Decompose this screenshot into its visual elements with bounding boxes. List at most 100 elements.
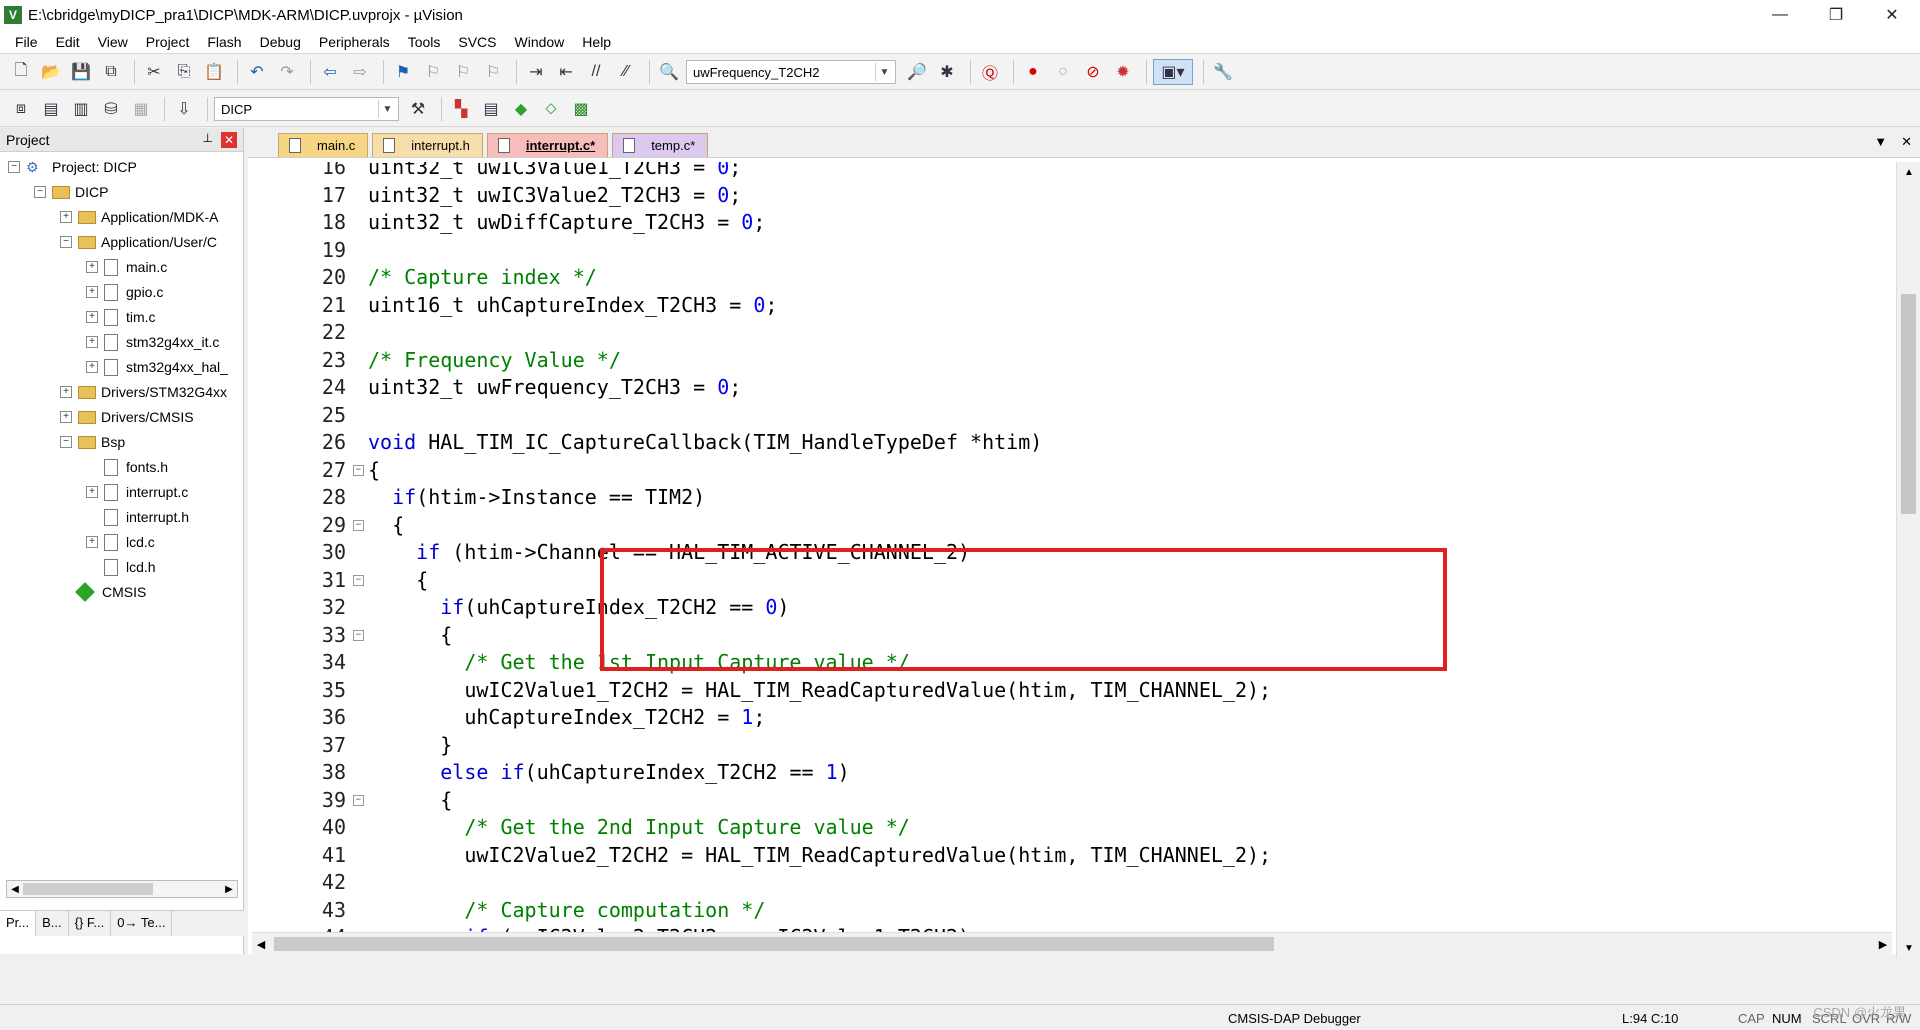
expand-icon[interactable]: + <box>86 536 98 548</box>
tab-functions[interactable]: {} F... <box>69 911 112 936</box>
scroll-down-icon[interactable]: ▼ <box>1897 938 1920 958</box>
navigate-forward-icon[interactable]: ⇨ <box>347 59 373 85</box>
fold-toggle-icon[interactable]: − <box>353 794 364 806</box>
tree-item[interactable]: − DICP <box>34 181 108 203</box>
menu-help[interactable]: Help <box>573 34 620 50</box>
fold-toggle-icon[interactable]: − <box>353 519 364 531</box>
unindent-icon[interactable]: ⇤ <box>553 59 579 85</box>
project-horizontal-scrollbar[interactable]: ◀ ▶ <box>6 880 238 898</box>
batch-build-icon[interactable]: ⛁ <box>98 96 124 122</box>
navigate-back-icon[interactable]: ⇦ <box>317 59 343 85</box>
tree-item[interactable]: + interrupt.c <box>86 481 188 503</box>
close-icon[interactable]: ✕ <box>221 132 237 148</box>
paste-icon[interactable]: 📋 <box>201 59 227 85</box>
prev-bookmark-icon[interactable]: ⚐ <box>420 59 446 85</box>
fold-toggle-icon[interactable]: − <box>353 629 364 641</box>
tree-item[interactable]: + Application/MDK-A <box>60 206 219 228</box>
save-icon[interactable]: 💾 <box>68 59 94 85</box>
expand-icon[interactable]: + <box>86 361 98 373</box>
collapse-icon[interactable]: − <box>60 236 72 248</box>
tab-templates[interactable]: 0→ Te... <box>111 911 173 936</box>
tree-item[interactable]: + stm32g4xx_hal_ <box>86 356 228 378</box>
tab-project[interactable]: Pr... <box>0 911 37 936</box>
menu-file[interactable]: File <box>6 34 47 50</box>
find-in-files-icon[interactable]: 🔍 <box>656 59 682 85</box>
expand-icon[interactable]: + <box>60 386 72 398</box>
redo-icon[interactable]: ↷ <box>274 59 300 85</box>
tab-interrupt-h[interactable]: interrupt.h <box>372 133 483 157</box>
build-icon[interactable]: ▤ <box>38 96 64 122</box>
scroll-right-icon[interactable]: ▶ <box>221 881 237 897</box>
expand-icon[interactable]: + <box>60 211 72 223</box>
scroll-left-icon[interactable]: ◀ <box>7 881 23 897</box>
tree-item[interactable]: CMSIS <box>60 581 146 603</box>
editor-horizontal-scrollbar[interactable]: ◀ ▶ <box>252 932 1892 954</box>
expand-icon[interactable]: + <box>86 486 98 498</box>
scroll-left-icon[interactable]: ◀ <box>252 935 270 953</box>
pack-installer-icon[interactable]: ⬦ <box>538 96 564 122</box>
download-icon[interactable]: ⇩ <box>171 96 197 122</box>
incremental-find-icon[interactable]: ✱ <box>934 59 960 85</box>
menu-window[interactable]: Window <box>506 34 574 50</box>
next-bookmark-icon[interactable]: ⚐ <box>450 59 476 85</box>
indent-icon[interactable]: ⇥ <box>523 59 549 85</box>
expand-icon[interactable]: + <box>86 311 98 323</box>
tree-item[interactable]: − Application/User/C <box>60 231 217 253</box>
tree-item[interactable]: lcd.h <box>86 556 156 578</box>
scroll-up-icon[interactable]: ▲ <box>1897 162 1920 182</box>
menu-peripherals[interactable]: Peripherals <box>310 34 399 50</box>
expand-icon[interactable]: + <box>86 286 98 298</box>
close-tab-icon[interactable]: ✕ <box>1901 134 1912 150</box>
tab-list-dropdown-icon[interactable]: ▼ <box>1874 134 1887 150</box>
scrollbar-thumb[interactable] <box>23 883 153 895</box>
clear-bookmarks-icon[interactable]: ⚐ <box>480 59 506 85</box>
tree-item[interactable]: + lcd.c <box>86 531 155 553</box>
tree-item[interactable]: + main.c <box>86 256 167 278</box>
breakpoint-icon[interactable]: ● <box>1020 59 1046 85</box>
tree-item[interactable]: + stm32g4xx_it.c <box>86 331 219 353</box>
menu-project[interactable]: Project <box>137 34 199 50</box>
rebuild-icon[interactable]: ▥ <box>68 96 94 122</box>
scroll-right-icon[interactable]: ▶ <box>1874 935 1892 953</box>
configure-icon[interactable]: 🔧 <box>1210 59 1236 85</box>
comment-icon[interactable]: // <box>583 59 609 85</box>
maximize-button[interactable]: ❐ <box>1808 0 1864 30</box>
code-view[interactable]: 16 uint32_t uwIC3Value1_T2CH3 = 0; 17 uint3… <box>248 162 1888 932</box>
tree-item[interactable]: − ⚙ Project: DICP <box>8 156 137 178</box>
editor-vertical-scrollbar[interactable]: ▲ ▼ <box>1896 162 1920 958</box>
cut-icon[interactable]: ✂ <box>141 59 167 85</box>
tree-item[interactable]: interrupt.h <box>86 506 189 528</box>
fold-toggle-icon[interactable]: − <box>353 574 364 586</box>
kill-breakpoints-icon[interactable]: ✹ <box>1110 59 1136 85</box>
close-button[interactable]: ✕ <box>1864 0 1920 30</box>
menu-view[interactable]: View <box>89 34 137 50</box>
menu-flash[interactable]: Flash <box>198 34 250 50</box>
find-combo[interactable]: uwFrequency_T2CH2 ▼ <box>686 60 896 84</box>
collapse-icon[interactable]: − <box>8 161 20 173</box>
new-file-icon[interactable]: 🗋 <box>8 59 34 85</box>
expand-icon[interactable]: + <box>86 336 98 348</box>
chevron-down-icon[interactable]: ▼ <box>875 63 893 81</box>
manage-components-icon[interactable]: ▤ <box>478 96 504 122</box>
tree-item[interactable]: + Drivers/CMSIS <box>60 406 194 428</box>
target-options-icon[interactable]: ⚒ <box>405 96 431 122</box>
manage-project-items-icon[interactable]: ▚ <box>448 96 474 122</box>
target-select[interactable]: DICP ▼ <box>214 97 399 121</box>
menu-svcs[interactable]: SVCS <box>449 34 505 50</box>
collapse-icon[interactable]: − <box>60 436 72 448</box>
window-layout-icon[interactable]: ▣▾ <box>1153 59 1193 85</box>
tab-temp-c[interactable]: temp.c* <box>612 133 709 157</box>
open-file-icon[interactable]: 📂 <box>38 59 64 85</box>
menu-tools[interactable]: Tools <box>399 34 450 50</box>
expand-icon[interactable]: + <box>86 261 98 273</box>
runtime-environment-icon[interactable]: ◆ <box>508 96 534 122</box>
find-icon[interactable]: 🔎 <box>904 59 930 85</box>
menu-edit[interactable]: Edit <box>47 34 89 50</box>
tab-books[interactable]: B... <box>36 911 69 936</box>
disable-all-breakpoints-icon[interactable]: ⊘ <box>1080 59 1106 85</box>
scrollbar-thumb[interactable] <box>274 937 1274 951</box>
pin-icon[interactable]: ⊥ <box>203 131 213 145</box>
select-software-packs-icon[interactable]: ▩ <box>568 96 594 122</box>
expand-icon[interactable]: + <box>60 411 72 423</box>
tree-item[interactable]: + tim.c <box>86 306 156 328</box>
